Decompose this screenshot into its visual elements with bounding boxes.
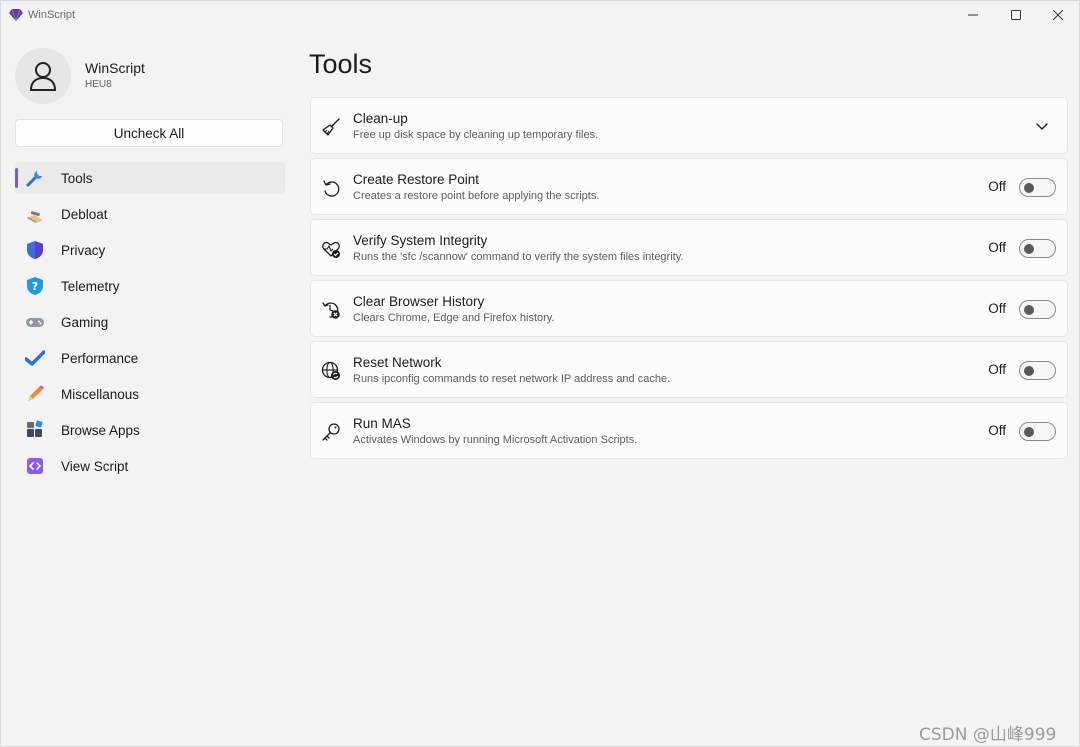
key-icon bbox=[320, 421, 342, 443]
restore-point-toggle[interactable] bbox=[1019, 178, 1056, 197]
tool-list: Clean-up Free up disk space by cleaning … bbox=[310, 97, 1068, 463]
sidebar-item-label: Gaming bbox=[61, 314, 109, 330]
tool-description: Creates a restore point before applying … bbox=[353, 190, 600, 202]
watermark: CSDN @山峰999 bbox=[919, 725, 1057, 745]
toggle-state-label: Off bbox=[988, 301, 1006, 316]
sidebar-item-label: Debloat bbox=[61, 206, 108, 222]
sidebar-item-label: Performance bbox=[61, 350, 139, 366]
uncheck-all-button[interactable]: Uncheck All bbox=[15, 119, 283, 147]
close-button[interactable] bbox=[1037, 1, 1079, 29]
shield-question-icon: ? bbox=[25, 276, 45, 296]
maximize-icon bbox=[1011, 10, 1021, 20]
tool-card-reset-network: Reset Network Runs ipconfig commands to … bbox=[310, 341, 1068, 398]
pencil-icon bbox=[25, 384, 45, 404]
close-icon bbox=[1053, 10, 1063, 20]
globe-sync-icon bbox=[320, 360, 342, 382]
sidebar-item-view-script[interactable]: View Script bbox=[15, 450, 285, 482]
toggle-knob bbox=[1024, 183, 1034, 193]
tool-description: Clears Chrome, Edge and Firefox history. bbox=[353, 312, 555, 324]
system-integrity-toggle[interactable] bbox=[1019, 239, 1056, 258]
wrench-icon bbox=[25, 168, 45, 188]
sidebar-item-gaming[interactable]: Gaming bbox=[15, 306, 285, 338]
broom-icon bbox=[25, 204, 45, 224]
tool-title: Clean-up bbox=[353, 111, 408, 126]
run-mas-toggle[interactable] bbox=[1019, 422, 1056, 441]
sidebar-item-miscellanous[interactable]: Miscellanous bbox=[15, 378, 285, 410]
tool-title: Run MAS bbox=[353, 416, 411, 431]
profile-subtitle: HEU8 bbox=[85, 79, 112, 90]
toggle-knob bbox=[1024, 366, 1034, 376]
minimize-button[interactable] bbox=[952, 1, 994, 29]
toggle-knob bbox=[1024, 305, 1034, 315]
code-icon bbox=[25, 456, 45, 476]
sidebar-item-performance[interactable]: Performance bbox=[15, 342, 285, 374]
browser-history-toggle[interactable] bbox=[1019, 300, 1056, 319]
sidebar-item-label: Telemetry bbox=[61, 278, 120, 294]
toggle-state-label: Off bbox=[988, 362, 1006, 377]
avatar bbox=[15, 48, 71, 104]
broom-icon bbox=[320, 116, 342, 138]
toggle-state-label: Off bbox=[988, 179, 1006, 194]
sidebar-item-tools[interactable]: Tools bbox=[15, 162, 285, 194]
page-title: Tools bbox=[309, 49, 373, 79]
app-logo-icon bbox=[9, 9, 23, 21]
svg-text:?: ? bbox=[32, 280, 38, 293]
title-bar: WinScript bbox=[1, 1, 1079, 31]
tool-description: Runs ipconfig commands to reset network … bbox=[353, 373, 671, 385]
tool-title: Verify System Integrity bbox=[353, 233, 488, 248]
tool-card-create-restore-point: Create Restore Point Creates a restore p… bbox=[310, 158, 1068, 215]
tool-description: Activates Windows by running Microsoft A… bbox=[353, 434, 638, 446]
sidebar-item-privacy[interactable]: Privacy bbox=[15, 234, 285, 266]
sidebar-item-label: Browse Apps bbox=[61, 422, 140, 438]
tool-card-verify-system-integrity: Verify System Integrity Runs the 'sfc /s… bbox=[310, 219, 1068, 276]
user-icon bbox=[29, 62, 57, 91]
app-window: WinScript WinScript HEU8 Uncheck All Too… bbox=[0, 0, 1080, 747]
tool-description: Runs the 'sfc /scannow' command to verif… bbox=[353, 251, 684, 263]
toggle-state-label: Off bbox=[988, 240, 1006, 255]
sidebar-nav: Tools Debloat Privacy ? Telemetry Gaming… bbox=[15, 162, 285, 486]
sidebar-item-label: Privacy bbox=[61, 242, 106, 258]
toggle-state-label: Off bbox=[988, 423, 1006, 438]
tool-card-run-mas: Run MAS Activates Windows by running Mic… bbox=[310, 402, 1068, 459]
sidebar-item-telemetry[interactable]: ? Telemetry bbox=[15, 270, 285, 302]
tool-title: Clear Browser History bbox=[353, 294, 485, 309]
checkmark-icon bbox=[25, 348, 45, 368]
tool-card-clean-up[interactable]: Clean-up Free up disk space by cleaning … bbox=[310, 97, 1068, 154]
window-title: WinScript bbox=[28, 9, 76, 21]
history-clear-icon bbox=[320, 299, 342, 321]
toggle-knob bbox=[1024, 244, 1034, 254]
shield-icon bbox=[25, 240, 45, 260]
tool-card-clear-browser-history: Clear Browser History Clears Chrome, Edg… bbox=[310, 280, 1068, 337]
tool-title: Reset Network bbox=[353, 355, 442, 370]
tool-title: Create Restore Point bbox=[353, 172, 480, 187]
tool-description: Free up disk space by cleaning up tempor… bbox=[353, 129, 599, 141]
toggle-knob bbox=[1024, 427, 1034, 437]
reset-network-toggle[interactable] bbox=[1019, 361, 1056, 380]
undo-icon bbox=[320, 177, 342, 199]
sidebar-item-debloat[interactable]: Debloat bbox=[15, 198, 285, 230]
gamepad-icon bbox=[25, 312, 45, 332]
sidebar-item-label: Miscellanous bbox=[61, 386, 140, 402]
minimize-icon bbox=[968, 14, 978, 16]
apps-icon bbox=[25, 420, 45, 440]
heart-check-icon bbox=[320, 238, 342, 260]
profile-name: WinScript bbox=[85, 60, 145, 76]
sidebar-item-browse-apps[interactable]: Browse Apps bbox=[15, 414, 285, 446]
sidebar-item-label: Tools bbox=[61, 170, 93, 186]
maximize-button[interactable] bbox=[995, 1, 1037, 29]
sidebar-item-label: View Script bbox=[61, 458, 129, 474]
chevron-down-icon[interactable] bbox=[1035, 119, 1049, 133]
